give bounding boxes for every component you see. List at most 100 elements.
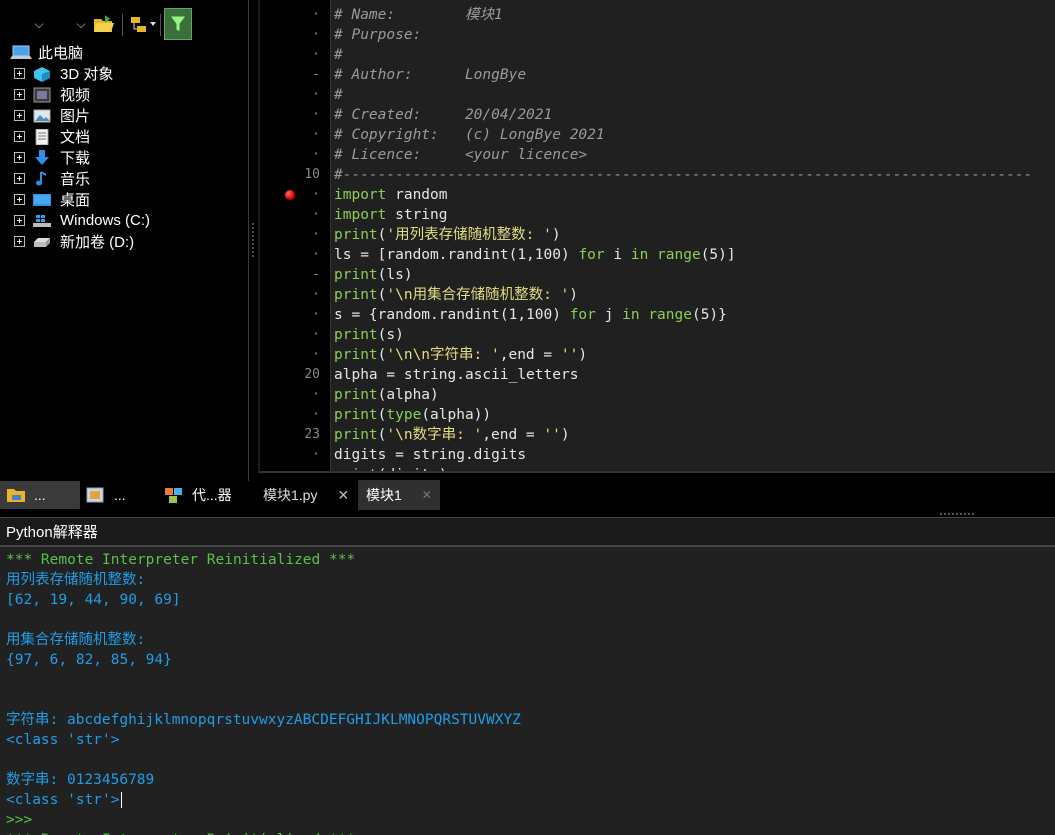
line-number[interactable]: · bbox=[260, 325, 320, 345]
tree-item-downloads[interactable]: 下载 bbox=[14, 147, 90, 168]
tab-module1[interactable]: 模块1 ✕ bbox=[358, 480, 440, 510]
line-number[interactable]: · bbox=[260, 445, 320, 465]
line-number-gutter[interactable]: · · · - · · · · 10 · · · · - · · · · 20 · · 23 · bbox=[260, 0, 330, 471]
code-line[interactable]: # Licence: <your licence> bbox=[334, 145, 587, 165]
console-text: {97, 6, 82, 85, 94} bbox=[6, 652, 172, 668]
line-number[interactable]: 10 bbox=[260, 165, 320, 185]
tab-file-explorer[interactable]: ... bbox=[0, 481, 80, 509]
line-number[interactable]: · bbox=[260, 5, 320, 25]
expand-icon[interactable] bbox=[14, 89, 25, 100]
code-line[interactable]: #---------------------------------------… bbox=[334, 165, 1032, 185]
line-number[interactable]: · bbox=[260, 225, 320, 245]
code-token: (s) bbox=[377, 327, 404, 343]
line-number[interactable]: · bbox=[260, 105, 320, 125]
expand-icon[interactable] bbox=[14, 173, 25, 184]
code-token: (5)] bbox=[700, 247, 736, 263]
line-number[interactable]: · bbox=[260, 345, 320, 365]
code-line[interactable]: import string bbox=[334, 205, 448, 225]
vertical-splitter[interactable] bbox=[249, 0, 258, 483]
tree-item-pictures[interactable]: 图片 bbox=[14, 105, 90, 126]
close-icon[interactable]: ✕ bbox=[337, 487, 349, 504]
code-line[interactable]: print(ls) bbox=[334, 265, 413, 285]
tree-item-drive-d[interactable]: 新加卷 (D:) bbox=[14, 231, 134, 252]
tree-item-documents[interactable]: 文档 bbox=[14, 126, 90, 147]
code-line[interactable]: import random bbox=[334, 185, 448, 205]
line-number[interactable]: · bbox=[260, 205, 320, 225]
line-number[interactable]: · bbox=[260, 25, 320, 45]
filter-icon bbox=[169, 15, 187, 33]
code-line[interactable]: print(s) bbox=[334, 325, 404, 345]
expand-icon[interactable] bbox=[14, 131, 25, 142]
line-number[interactable]: - bbox=[260, 265, 320, 285]
line-number[interactable]: 20 bbox=[260, 365, 320, 385]
tab-project-explorer[interactable]: ... bbox=[86, 481, 156, 509]
line-number[interactable]: · bbox=[260, 45, 320, 65]
code-line[interactable]: print('\n\n字符串: ',end = '') bbox=[334, 345, 587, 365]
expand-icon[interactable] bbox=[14, 236, 25, 247]
panel-grip-icon[interactable] bbox=[939, 512, 975, 516]
code-editor[interactable]: · · · - · · · · 10 · · · · - · · · · 20 · · 23 · # Name: 模块1 # … bbox=[258, 0, 1055, 473]
code-line[interactable]: print('\n数字串: ',end = '') bbox=[334, 425, 570, 445]
expand-icon[interactable] bbox=[14, 68, 25, 79]
line-number[interactable]: · bbox=[260, 405, 320, 425]
line-number[interactable]: - bbox=[260, 65, 320, 85]
expand-icon[interactable] bbox=[14, 152, 25, 163]
code-line[interactable]: # Created: 20/04/2021 bbox=[334, 105, 552, 125]
3d-objects-icon bbox=[34, 66, 50, 82]
code-token: print bbox=[334, 387, 378, 403]
line-number[interactable]: · bbox=[260, 385, 320, 405]
code-line[interactable]: # bbox=[334, 45, 343, 65]
code-line[interactable]: ls = [random.randint(1,100) for i in ran… bbox=[334, 245, 736, 265]
line-number[interactable]: · bbox=[260, 185, 320, 205]
code-token: # Purpose: bbox=[334, 27, 422, 43]
python-interpreter-console[interactable]: *** Remote Interpreter Reinitialized ***… bbox=[0, 545, 1055, 835]
code-line[interactable]: digits = string.digits bbox=[334, 445, 526, 465]
tree-item-videos[interactable]: 视频 bbox=[14, 84, 90, 105]
tree-item-drive-c[interactable]: Windows (C:) bbox=[14, 210, 150, 231]
code-line[interactable]: # Author: LongBye bbox=[334, 65, 526, 85]
code-line[interactable]: print('用列表存储随机整数: ') bbox=[334, 225, 561, 245]
line-number[interactable]: · bbox=[260, 285, 320, 305]
left-panel-tabs: ... ... 代...器 bbox=[0, 481, 249, 509]
code-line[interactable]: # Copyright: (c) LongBye 2021 bbox=[334, 125, 605, 145]
code-line[interactable]: print('\n用集合存储随机整数: ') bbox=[334, 285, 578, 305]
code-line[interactable]: alpha = string.ascii_letters bbox=[334, 365, 578, 385]
tab-code-explorer[interactable]: 代...器 bbox=[164, 481, 244, 509]
close-icon[interactable]: ✕ bbox=[422, 488, 432, 502]
console-line: <class 'str'> bbox=[6, 790, 122, 810]
path-dropdown-button[interactable]: ⌵ bbox=[70, 8, 92, 40]
tree-item-music[interactable]: 音乐 bbox=[14, 168, 90, 189]
expand-icon[interactable] bbox=[14, 110, 25, 121]
code-line[interactable]: s = {random.randint(1,100) for j in rang… bbox=[334, 305, 727, 325]
line-number[interactable]: 23 bbox=[260, 425, 320, 445]
code-line[interactable]: print(alpha) bbox=[334, 385, 439, 405]
code-line[interactable]: print(digits) bbox=[334, 465, 448, 471]
code-text-area[interactable]: # Name: 模块1 # Purpose: # # Author: LongBye #… bbox=[330, 0, 1055, 471]
tree-item-desktop[interactable]: 桌面 bbox=[14, 189, 90, 210]
code-line[interactable]: # Name: 模块1 bbox=[334, 5, 503, 25]
code-token: range bbox=[657, 247, 701, 263]
code-line[interactable]: print(type(alpha)) bbox=[334, 405, 491, 425]
line-number[interactable]: · bbox=[260, 245, 320, 265]
code-token: print bbox=[334, 287, 378, 303]
open-folder-button[interactable] bbox=[92, 8, 116, 40]
tree-item-3d-objects[interactable]: 3D 对象 bbox=[14, 63, 113, 84]
filter-toggle-button[interactable] bbox=[164, 8, 192, 40]
expand-icon[interactable] bbox=[14, 194, 25, 205]
line-number[interactable]: · bbox=[260, 85, 320, 105]
view-mode-button[interactable] bbox=[128, 8, 160, 40]
code-token: random bbox=[386, 187, 448, 203]
history-dropdown-button[interactable]: ⌵ bbox=[28, 8, 50, 40]
line-number[interactable]: · bbox=[260, 305, 320, 325]
code-line[interactable]: # Purpose: bbox=[334, 25, 421, 45]
tree-root-this-pc[interactable]: 此电脑 bbox=[10, 42, 83, 63]
code-line[interactable]: # bbox=[334, 85, 343, 105]
line-number[interactable]: · bbox=[260, 125, 320, 145]
interpreter-title: Python解释器 bbox=[6, 524, 98, 541]
desktop-icon bbox=[33, 193, 51, 206]
line-number[interactable]: · bbox=[260, 145, 320, 165]
expand-icon[interactable] bbox=[14, 215, 25, 226]
tab-module1-py[interactable]: 模块1.py ✕ bbox=[258, 480, 356, 510]
splitter-grip-icon[interactable] bbox=[251, 222, 255, 258]
code-token: '' bbox=[560, 347, 579, 363]
